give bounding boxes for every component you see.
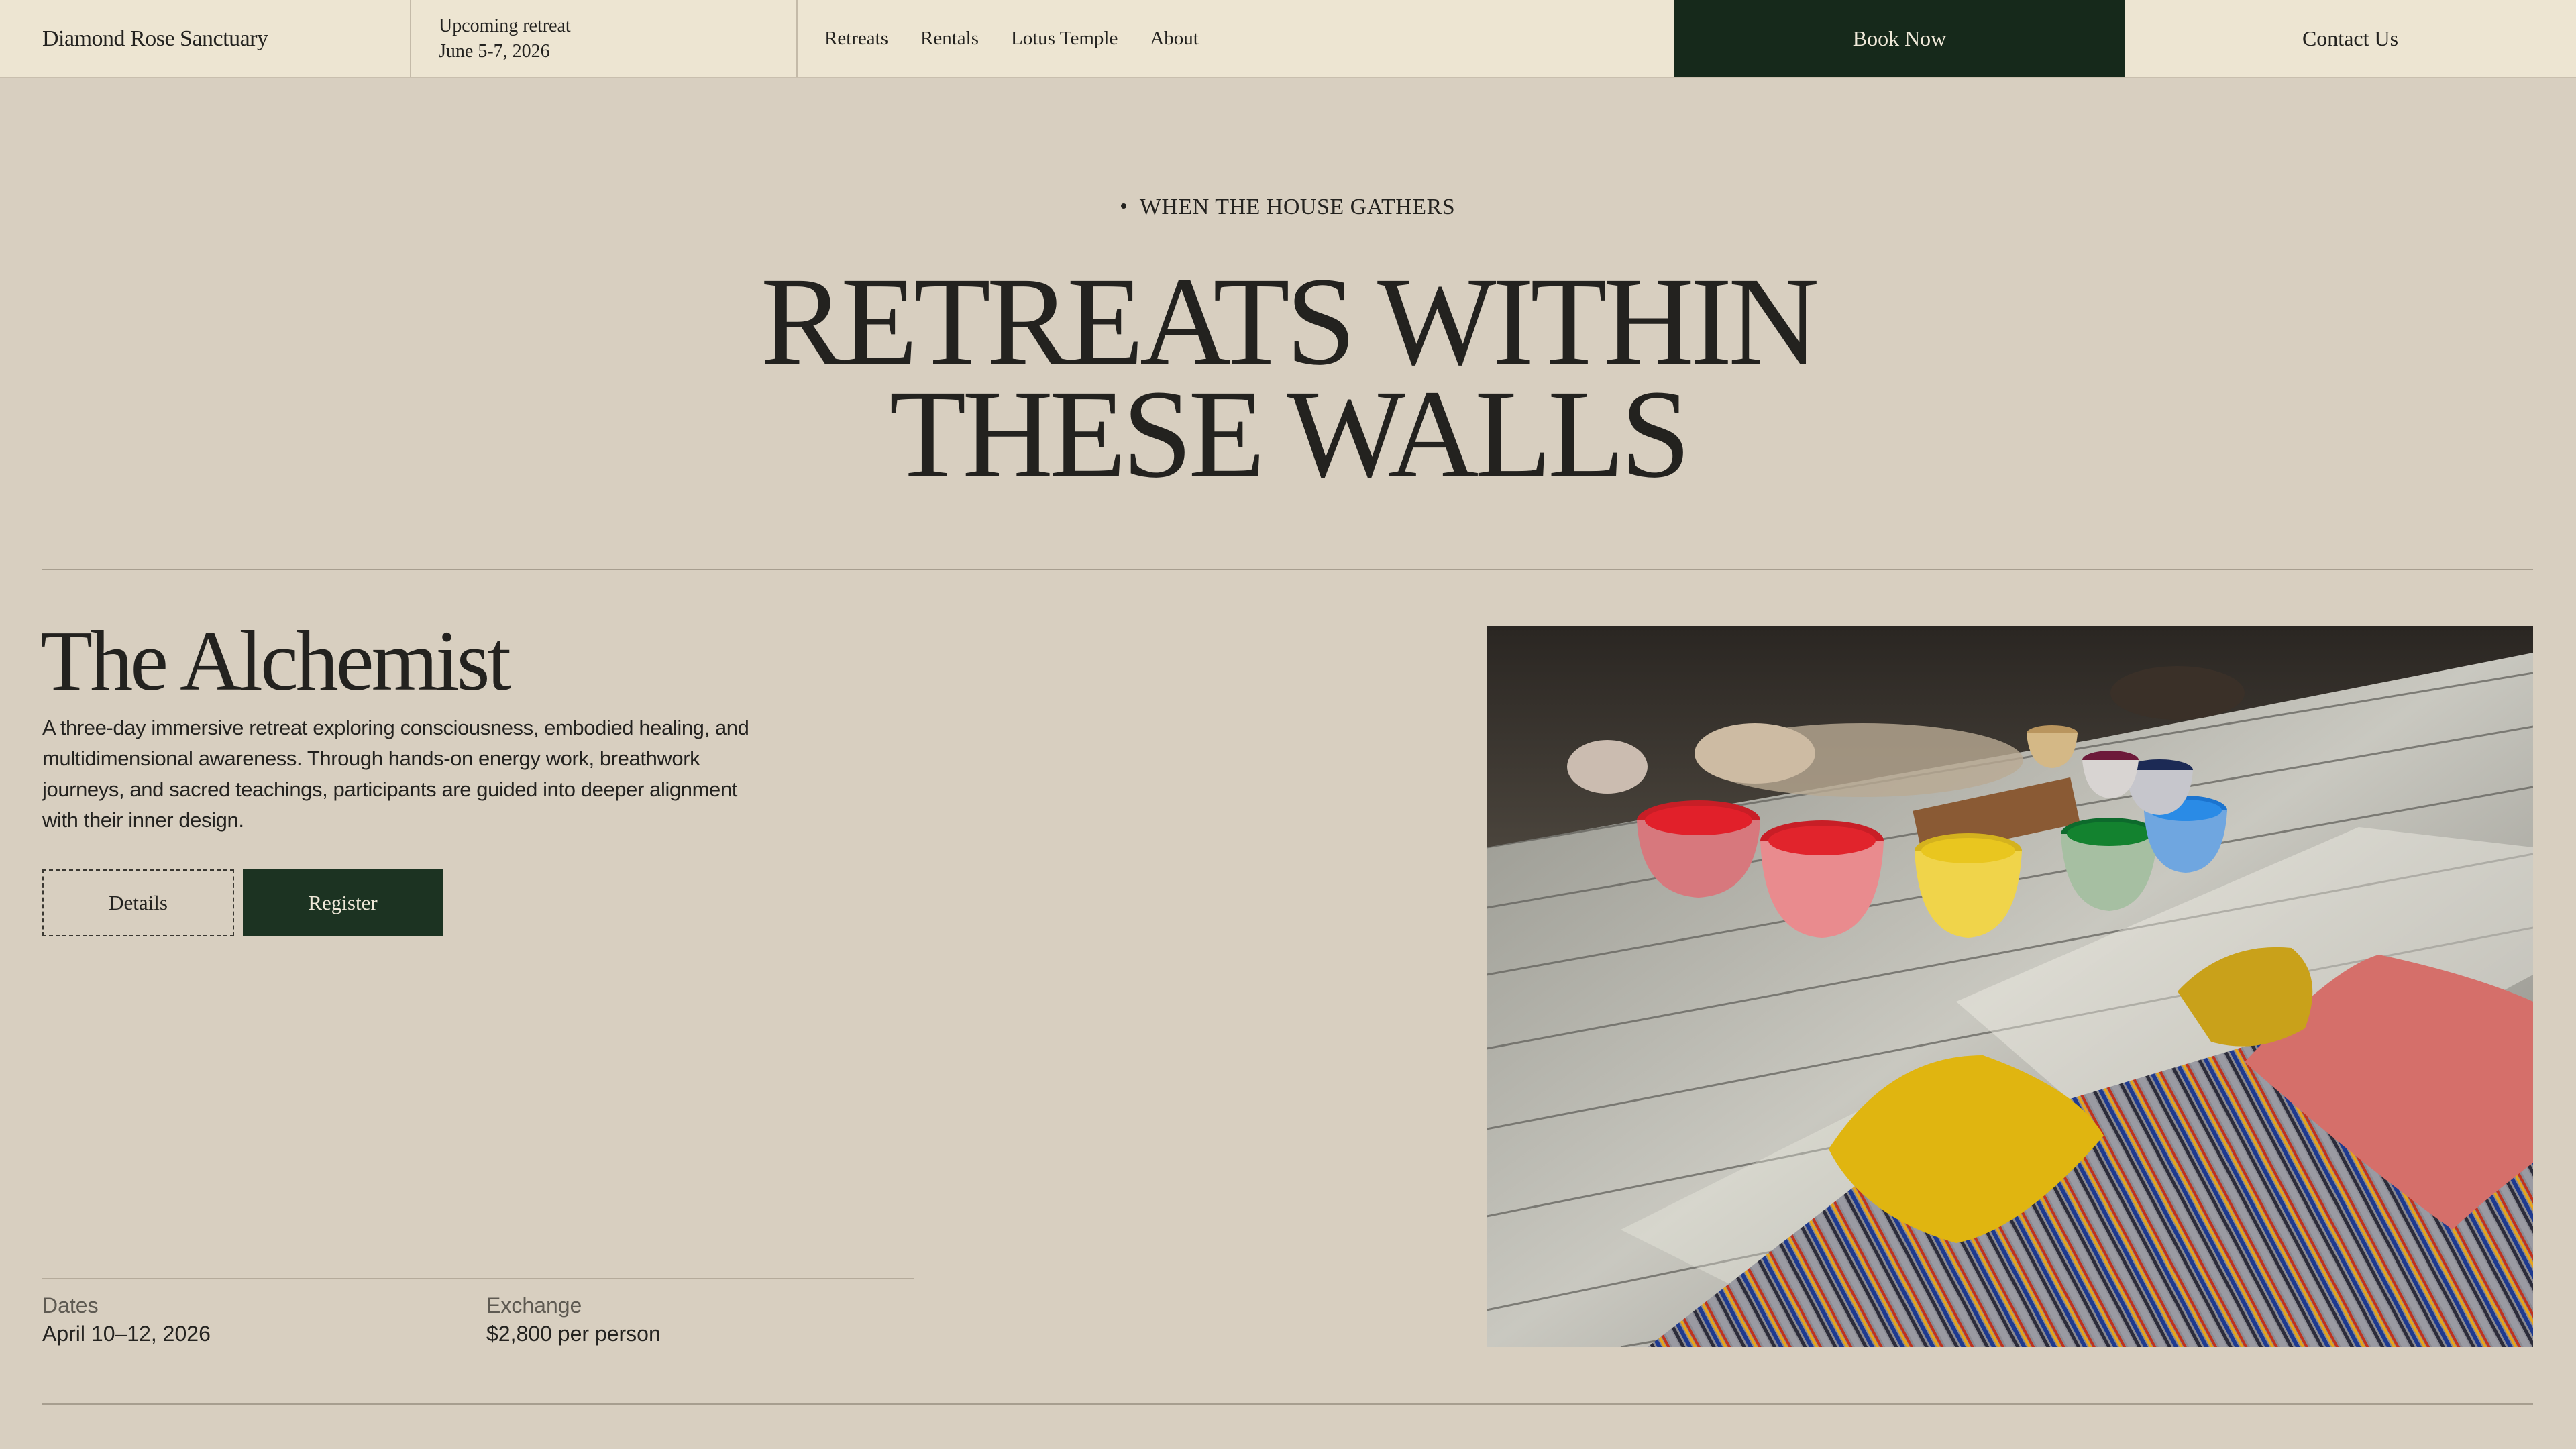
page-title-line-2: THESE WALLS xyxy=(889,364,1690,504)
contact-us-button[interactable]: Contact Us xyxy=(2125,0,2576,77)
brand-logo-text[interactable]: Diamond Rose Sanctuary xyxy=(0,0,411,77)
upcoming-retreat-label: Upcoming retreat xyxy=(439,15,571,36)
exchange-value: $2,800 per person xyxy=(486,1322,661,1346)
top-navigation-bar: Diamond Rose Sanctuary Upcoming retreat … xyxy=(0,0,2576,78)
nav-item-lotus-temple[interactable]: Lotus Temple xyxy=(1011,28,1118,50)
register-button[interactable]: Register xyxy=(243,869,443,936)
retreat-photo xyxy=(1487,626,2533,1347)
nav-item-about[interactable]: About xyxy=(1150,28,1199,50)
section-eyebrow: WHEN THE HOUSE GATHERS xyxy=(0,195,2576,220)
details-button[interactable]: Details xyxy=(42,869,234,936)
meta-divider xyxy=(42,1278,914,1279)
section-divider xyxy=(42,569,2533,570)
dates-value: April 10–12, 2026 xyxy=(42,1322,211,1346)
bullet-dot-icon xyxy=(1120,203,1126,209)
retreat-description: A three-day immersive retreat exploring … xyxy=(42,716,749,832)
retreat-dates: Dates April 10–12, 2026 xyxy=(42,1291,211,1348)
book-now-button[interactable]: Book Now xyxy=(1674,0,2125,77)
exchange-label: Exchange xyxy=(486,1293,582,1318)
page-title: RETREATS WITHIN THESE WALLS xyxy=(0,258,2576,497)
upcoming-retreat-date: June 5-7, 2026 xyxy=(439,40,550,62)
main-nav: Retreats Rentals Lotus Temple About xyxy=(798,0,1674,77)
retreat-exchange: Exchange $2,800 per person xyxy=(486,1291,661,1348)
upcoming-retreat[interactable]: Upcoming retreat June 5-7, 2026 xyxy=(411,0,798,77)
eyebrow-text: WHEN THE HOUSE GATHERS xyxy=(1139,195,1456,219)
retreat-title: The Alchemist xyxy=(40,613,511,708)
nav-item-rentals[interactable]: Rentals xyxy=(920,28,979,50)
dates-label: Dates xyxy=(42,1293,99,1318)
footer-divider xyxy=(42,1403,2533,1405)
nav-item-retreats[interactable]: Retreats xyxy=(824,28,888,50)
